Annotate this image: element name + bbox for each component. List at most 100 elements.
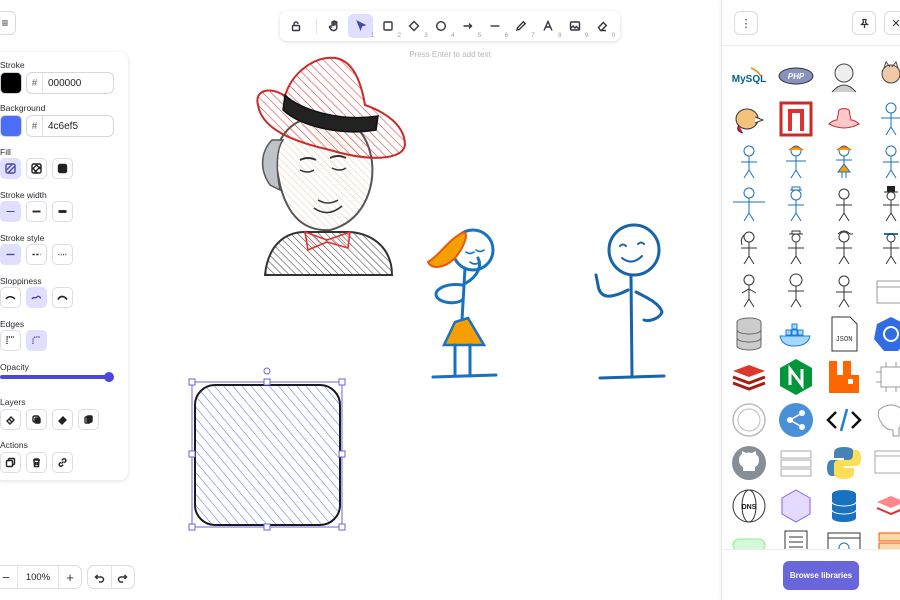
- library-item-stick-figure-blue-hat[interactable]: [871, 228, 900, 268]
- hat-man-drawing[interactable]: [256, 56, 407, 276]
- opacity-slider-thumb[interactable]: [104, 372, 114, 382]
- library-item-cat-sketch[interactable]: [871, 56, 900, 96]
- lock-tool[interactable]: [284, 14, 309, 38]
- library-item-stick-figure-arms-out[interactable]: [729, 185, 769, 225]
- edges-round-option[interactable]: [26, 330, 47, 351]
- library-item-stick-figure-hat[interactable]: [776, 185, 816, 225]
- library-item-postgres-elephant[interactable]: [871, 400, 900, 440]
- library-item-box-open[interactable]: [871, 271, 900, 311]
- library-item-server-stack[interactable]: [776, 443, 816, 483]
- library-item-pink-hat[interactable]: [824, 99, 864, 139]
- library-item-database-blue[interactable]: [824, 486, 864, 526]
- ellipse-tool[interactable]: 4: [429, 14, 454, 39]
- library-item-red-layers[interactable]: [871, 486, 900, 526]
- library-item-stick-figure-ponytail[interactable]: [729, 228, 769, 268]
- arrow-tool[interactable]: 5: [455, 14, 481, 39]
- library-item-stick-figure-orange-dress[interactable]: [824, 142, 864, 182]
- library-item-share-network[interactable]: [776, 400, 816, 440]
- eraser-tool[interactable]: 0: [589, 14, 615, 39]
- library-item-kubernetes-logo[interactable]: [871, 314, 900, 354]
- browse-libraries-button[interactable]: Browse libraries: [783, 561, 859, 590]
- diamond-tool[interactable]: 3: [402, 14, 428, 39]
- selected-rectangle[interactable]: [188, 367, 346, 531]
- close-sidebar-button[interactable]: ✕: [884, 11, 900, 35]
- bring-forward-button[interactable]: [52, 409, 73, 430]
- send-to-back-button[interactable]: [0, 409, 21, 430]
- library-item-stick-figure-round[interactable]: [776, 271, 816, 311]
- stroke-style-dashed-option[interactable]: [26, 244, 47, 265]
- fill-hachure-option[interactable]: [0, 158, 21, 179]
- library-item-code-tag[interactable]: [824, 400, 864, 440]
- image-tool[interactable]: 9: [562, 14, 588, 39]
- library-item-stick-figure-orange-hair[interactable]: [776, 142, 816, 182]
- rectangle-tool[interactable]: 2: [375, 14, 401, 39]
- fill-cross-hatch-option[interactable]: [26, 158, 47, 179]
- library-item-stick-figure-hat-black[interactable]: [776, 228, 816, 268]
- zoom-reset-button[interactable]: 100%: [17, 566, 59, 588]
- hand-tool[interactable]: [322, 14, 347, 38]
- pin-sidebar-button[interactable]: [852, 11, 876, 35]
- undo-button[interactable]: [88, 566, 112, 588]
- stroke-width-thin-option[interactable]: [0, 201, 21, 222]
- stroke-width-extra-bold-option[interactable]: [52, 201, 73, 222]
- selection-tool[interactable]: 1: [348, 14, 374, 39]
- library-item-stick-figure-plain[interactable]: [729, 271, 769, 311]
- library-item-green-cylinder[interactable]: [729, 529, 769, 549]
- library-item-redis-logo[interactable]: [729, 357, 769, 397]
- duplicate-button[interactable]: [0, 452, 21, 473]
- sloppiness-artist-option[interactable]: [26, 287, 47, 308]
- opacity-slider[interactable]: [0, 375, 112, 379]
- library-item-red-window-frame[interactable]: [776, 99, 816, 139]
- sloppiness-cartoonist-option[interactable]: [52, 287, 73, 308]
- delete-button[interactable]: [26, 452, 47, 473]
- library-item-database-gray[interactable]: [729, 314, 769, 354]
- library-item-json-file[interactable]: JSON: [824, 314, 864, 354]
- fill-solid-option[interactable]: [52, 158, 73, 179]
- library-item-purple-hexagon[interactable]: [776, 486, 816, 526]
- zoom-in-button[interactable]: +: [59, 566, 81, 588]
- line-tool[interactable]: 6: [482, 14, 508, 39]
- library-item-rabbitmq-logo[interactable]: [824, 357, 864, 397]
- link-button[interactable]: [52, 452, 73, 473]
- library-item-stick-figure-blue[interactable]: [871, 142, 900, 182]
- library-item-python-logo[interactable]: [824, 443, 864, 483]
- drawing-canvas[interactable]: [130, 40, 720, 550]
- library-item-stick-figure-top-hat[interactable]: [871, 185, 900, 225]
- redo-button[interactable]: [112, 566, 135, 588]
- library-item-stick-figure-small[interactable]: [824, 271, 864, 311]
- library-item-chip[interactable]: [871, 357, 900, 397]
- library-item-portrait-sketch[interactable]: [824, 56, 864, 96]
- blue-man-figure[interactable]: [594, 223, 666, 380]
- edges-sharp-option[interactable]: [0, 330, 21, 351]
- stroke-hex-input[interactable]: # 000000: [26, 72, 114, 94]
- stroke-style-solid-option[interactable]: [0, 244, 21, 265]
- stroke-style-dotted-option[interactable]: [52, 244, 73, 265]
- library-item-parrot[interactable]: [729, 99, 769, 139]
- library-item-orange-stack[interactable]: [871, 529, 900, 549]
- send-backward-button[interactable]: [26, 409, 47, 430]
- library-item-browser-globe[interactable]: [824, 529, 864, 549]
- library-item-document[interactable]: [776, 529, 816, 549]
- background-color-swatch[interactable]: [0, 115, 22, 137]
- background-hex-input[interactable]: # 4c6ef5: [26, 115, 114, 137]
- bring-to-front-button[interactable]: [78, 409, 99, 430]
- orange-girl-figure[interactable]: [426, 228, 498, 379]
- library-item-stick-figure-blue[interactable]: [871, 99, 900, 139]
- library-item-circle-outline[interactable]: [729, 400, 769, 440]
- stroke-width-bold-option[interactable]: [26, 201, 47, 222]
- library-item-stick-figure-black[interactable]: [824, 185, 864, 225]
- library-item-php-logo[interactable]: PHP: [776, 56, 816, 96]
- library-item-docker-logo[interactable]: [776, 314, 816, 354]
- library-menu-button[interactable]: ⋮: [734, 11, 758, 35]
- library-item-browser-window[interactable]: [871, 443, 900, 483]
- main-menu-button[interactable]: ≡: [0, 11, 16, 35]
- sloppiness-architect-option[interactable]: [0, 287, 21, 308]
- library-item-stick-figure-cap[interactable]: [824, 228, 864, 268]
- zoom-out-button[interactable]: −: [0, 566, 17, 588]
- library-item-nginx-logo[interactable]: [776, 357, 816, 397]
- draw-tool[interactable]: 7: [509, 14, 535, 39]
- library-item-dns-globe[interactable]: DNS: [729, 486, 769, 526]
- library-item-stick-figure-blue[interactable]: [729, 142, 769, 182]
- text-tool[interactable]: 8: [536, 14, 561, 39]
- library-item-github-logo[interactable]: [729, 443, 769, 483]
